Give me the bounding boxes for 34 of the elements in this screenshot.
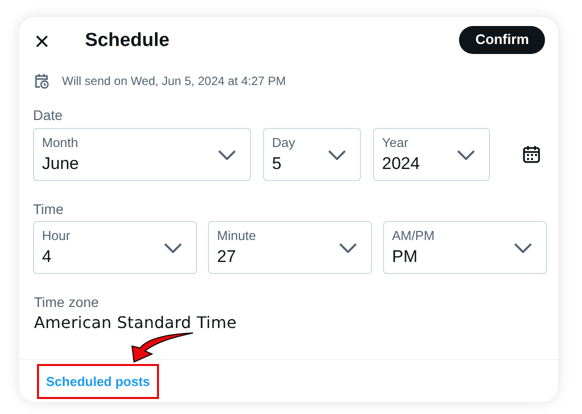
time-zone-value: American Standard Time <box>34 312 238 334</box>
dropdown-value: 5 <box>272 152 282 174</box>
dropdown[interactable]: Day 5 <box>263 128 361 181</box>
dropdown[interactable]: AM/PM PM <box>383 221 547 274</box>
chevron-down-icon <box>514 242 532 252</box>
dropdown-value: June <box>42 152 80 174</box>
chevron-down-icon <box>339 242 357 252</box>
calendar-icon[interactable] <box>523 146 540 163</box>
section-label: Time <box>33 200 65 218</box>
dropdown-label: AM/PM <box>392 228 436 244</box>
dropdown[interactable]: Year 2024 <box>373 128 490 181</box>
time-zone-label: Time zone <box>34 293 100 311</box>
chevron-down-icon <box>457 150 475 160</box>
dropdown[interactable]: Minute 27 <box>208 221 372 274</box>
section-label: Date <box>33 106 64 124</box>
dropdown-value: 4 <box>42 246 52 268</box>
send-info: Will send on Wed, Jun 5, 2024 at 4:27 PM <box>62 73 286 90</box>
chevron-down-icon <box>328 150 346 160</box>
dropdown[interactable]: Month June <box>33 128 251 181</box>
chevron-down-icon <box>164 242 182 252</box>
dropdown-value: 27 <box>217 246 237 268</box>
confirm-button[interactable]: Confirm <box>459 26 545 54</box>
dropdown-value: PM <box>392 246 418 268</box>
dropdown-label: Hour <box>42 228 72 244</box>
dialog-title: Schedule <box>85 28 170 53</box>
dropdown-label: Day <box>272 134 296 150</box>
dropdown-label: Year <box>382 134 410 150</box>
chevron-down-icon <box>218 150 236 160</box>
close-button[interactable]: × <box>33 28 51 54</box>
dropdown-value: 2024 <box>382 152 421 174</box>
calendar-clock-icon <box>34 73 49 89</box>
dropdown[interactable]: Hour 4 <box>33 221 197 274</box>
dropdown-label: Minute <box>217 228 258 244</box>
dropdown-label: Month <box>42 134 80 150</box>
